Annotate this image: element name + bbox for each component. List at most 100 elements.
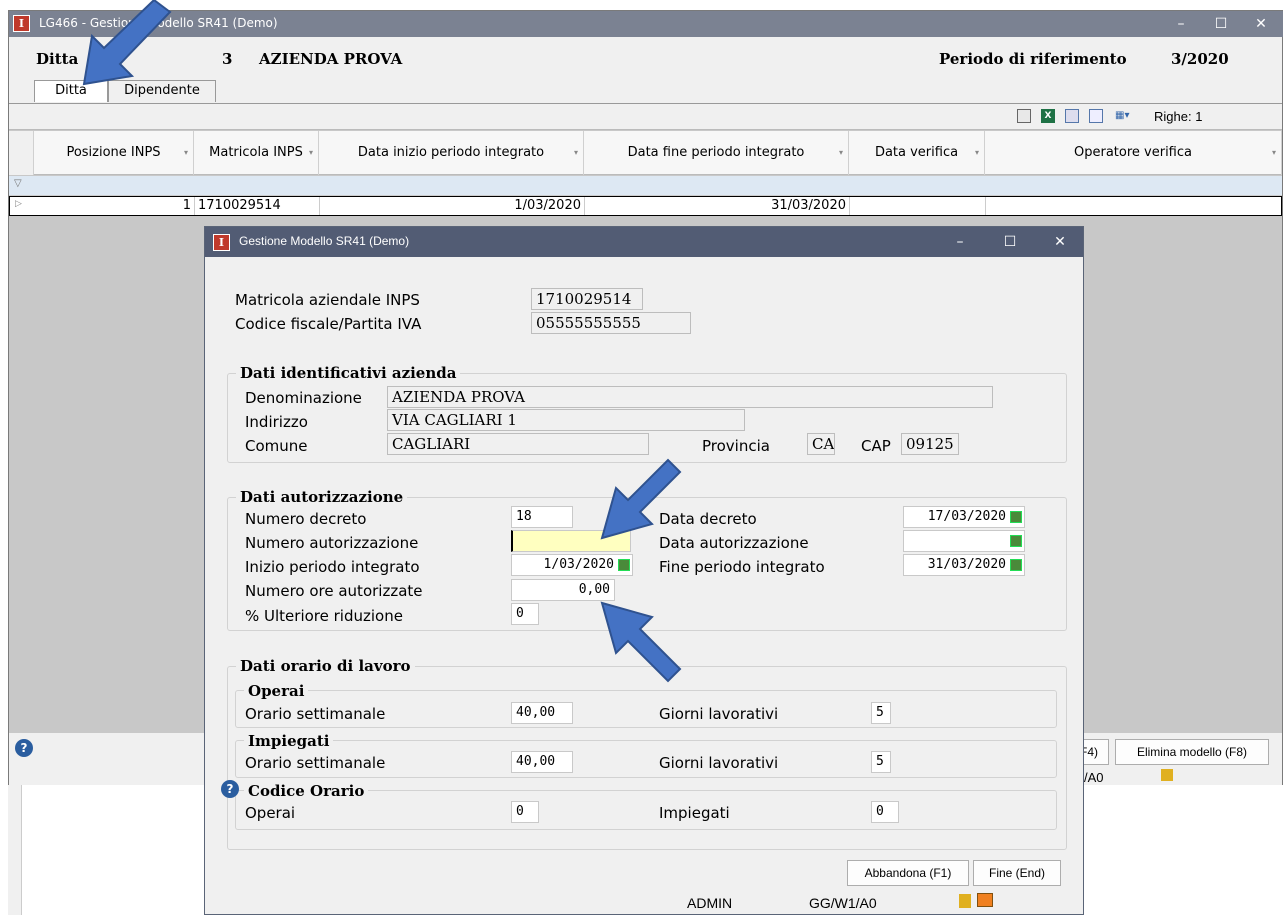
denominazione-label: Denominazione	[245, 389, 362, 407]
cf-label: Codice fiscale/Partita IVA	[235, 315, 422, 333]
cell-operatore[interactable]	[986, 197, 1281, 215]
fine-periodo-label: Fine periodo integrato	[659, 558, 825, 576]
maximize-button[interactable]: ☐	[1204, 11, 1238, 37]
filter-dropdown-icon[interactable]: ▾	[306, 146, 316, 160]
periodo-value: 3/2020	[1171, 50, 1229, 68]
col-posizione[interactable]: Posizione INPS ▾	[34, 131, 194, 175]
ditta-name: AZIENDA PROVA	[259, 50, 403, 68]
columns-menu-icon[interactable]: ▦▾	[1115, 109, 1141, 123]
elimina-modello-button[interactable]: Elimina modello (F8)	[1115, 739, 1269, 765]
cell-data-verifica[interactable]	[850, 197, 986, 215]
sr41-dialog: I Gestione Modello SR41 (Demo) – ☐ ✕ Mat…	[204, 226, 1084, 915]
matricola-field[interactable]: 1710029514	[531, 288, 643, 310]
calendar-icon[interactable]	[1010, 559, 1022, 571]
col-matricola-label: Matricola INPS	[209, 145, 303, 160]
cell-posizione[interactable]: 1	[35, 197, 195, 215]
dialog-close-button[interactable]: ✕	[1043, 229, 1077, 255]
denominazione-field[interactable]: AZIENDA PROVA	[387, 386, 993, 408]
inizio-periodo-input[interactable]: 1/03/2020	[511, 554, 633, 576]
numero-autorizzazione-label: Numero autorizzazione	[245, 534, 419, 552]
operai-orario-input[interactable]: 40,00	[511, 702, 573, 724]
group-azienda-title: Dati identificativi azienda	[236, 364, 461, 382]
riduzione-label: % Ulteriore riduzione	[245, 607, 403, 625]
export-icon[interactable]	[1089, 109, 1103, 123]
status-code: GG/W1/A0	[809, 895, 877, 911]
abbandona-button[interactable]: Abbandona (F1)	[847, 860, 969, 886]
codice-impiegati-input[interactable]: 0	[871, 801, 899, 823]
col-data-fine-label: Data fine periodo integrato	[627, 145, 805, 160]
provincia-field[interactable]: CA	[807, 433, 835, 455]
codice-operai-input[interactable]: 0	[511, 801, 539, 823]
dialog-maximize-button[interactable]: ☐	[993, 229, 1027, 255]
cell-matricola[interactable]: 1710029514	[195, 197, 320, 215]
inizio-periodo-label: Inizio periodo integrato	[245, 558, 420, 576]
filter-dropdown-icon[interactable]: ▾	[181, 146, 191, 160]
filter-dropdown-icon[interactable]: ▾	[972, 146, 982, 160]
indirizzo-field[interactable]: VIA CAGLIARI 1	[387, 409, 745, 431]
close-button[interactable]: ✕	[1244, 11, 1278, 37]
group-orario-title: Dati orario di lavoro	[236, 657, 415, 675]
comune-field[interactable]: CAGLIARI	[387, 433, 649, 455]
grid-header: Posizione INPS ▾ Matricola INPS ▾ Data ini…	[9, 131, 1282, 175]
col-matricola[interactable]: Matricola INPS ▾	[194, 131, 319, 175]
help-icon[interactable]: ?	[221, 780, 239, 798]
annotation-arrow-ore	[600, 601, 682, 683]
col-operatore[interactable]: Operatore verifica ▾	[985, 131, 1282, 175]
filter-icon[interactable]: ▽	[14, 178, 22, 189]
data-decreto-value: 17/03/2020	[927, 509, 1006, 524]
filter-dropdown-icon[interactable]: ▾	[571, 146, 581, 160]
data-autorizzazione-input[interactable]	[903, 530, 1025, 552]
status-user: ADMIN	[687, 895, 733, 911]
fine-periodo-value: 31/03/2020	[927, 557, 1006, 572]
filter-dropdown-icon[interactable]: ▾	[836, 146, 846, 160]
impiegati-giorni-input[interactable]: 5	[871, 751, 891, 773]
dialog-minimize-button[interactable]: –	[943, 229, 977, 255]
col-data-verifica-label: Data verifica	[874, 145, 959, 160]
group-operai-title: Operai	[244, 682, 309, 700]
ditta-code: 3	[222, 50, 233, 68]
excel-icon[interactable]: X	[1041, 109, 1055, 123]
calendar-icon[interactable]	[1010, 511, 1022, 523]
periodo-label: Periodo di riferimento	[939, 50, 1127, 68]
col-data-fine[interactable]: Data fine periodo integrato ▾	[584, 131, 849, 175]
impiegati-giorni-label: Giorni lavorativi	[659, 754, 779, 772]
operai-giorni-input[interactable]: 5	[871, 702, 891, 724]
group-impiegati-title: Impiegati	[244, 732, 334, 750]
col-data-verifica[interactable]: Data verifica ▾	[849, 131, 985, 175]
operai-orario-label: Orario settimanale	[245, 705, 386, 723]
minimize-button[interactable]: –	[1164, 11, 1198, 37]
filter-row[interactable]: ▽	[9, 176, 1282, 196]
cf-field[interactable]: 05555555555	[531, 312, 691, 334]
help-icon[interactable]: ?	[15, 739, 33, 757]
numero-decreto-input[interactable]: 18	[511, 506, 573, 528]
annotation-arrow-autorizzazione	[600, 458, 682, 540]
col-posizione-label: Posizione INPS	[66, 145, 161, 160]
row-selector-header	[9, 131, 34, 175]
col-data-inizio[interactable]: Data inizio periodo integrato ▾	[319, 131, 584, 175]
db-icon	[1161, 769, 1173, 781]
print-icon[interactable]	[1017, 109, 1031, 123]
numero-decreto-label: Numero decreto	[245, 510, 367, 528]
riduzione-input[interactable]: 0	[511, 603, 539, 625]
provincia-label: Provincia	[702, 437, 770, 455]
group-codice-title: Codice Orario	[244, 782, 369, 800]
fine-button[interactable]: Fine (End)	[973, 860, 1061, 886]
impiegati-orario-input[interactable]: 40,00	[511, 751, 573, 773]
table-row[interactable]: ▷ 1 1710029514 1/03/2020 31/03/2020	[9, 196, 1282, 216]
ditta-header: Ditta 3 AZIENDA PROVA Periodo di riferim…	[9, 37, 1282, 77]
filter-dropdown-icon[interactable]: ▾	[1269, 146, 1279, 160]
grid-view-icon[interactable]	[1065, 109, 1079, 123]
codice-operai-label: Operai	[245, 804, 296, 822]
cap-field[interactable]: 09125	[901, 433, 959, 455]
group-autorizzazione-title: Dati autorizzazione	[236, 488, 408, 506]
col-data-inizio-label: Data inizio periodo integrato	[357, 145, 545, 160]
app-logo-icon: I	[213, 234, 230, 251]
calendar-icon[interactable]	[1010, 535, 1022, 547]
cell-data-fine[interactable]: 31/03/2020	[585, 197, 850, 215]
calendar-icon[interactable]	[618, 559, 630, 571]
fine-periodo-input[interactable]: 31/03/2020	[903, 554, 1025, 576]
impiegati-orario-label: Orario settimanale	[245, 754, 386, 772]
data-decreto-input[interactable]: 17/03/2020	[903, 506, 1025, 528]
cell-data-inizio[interactable]: 1/03/2020	[320, 197, 585, 215]
group-codice-orario: Codice Orario	[235, 782, 1057, 830]
